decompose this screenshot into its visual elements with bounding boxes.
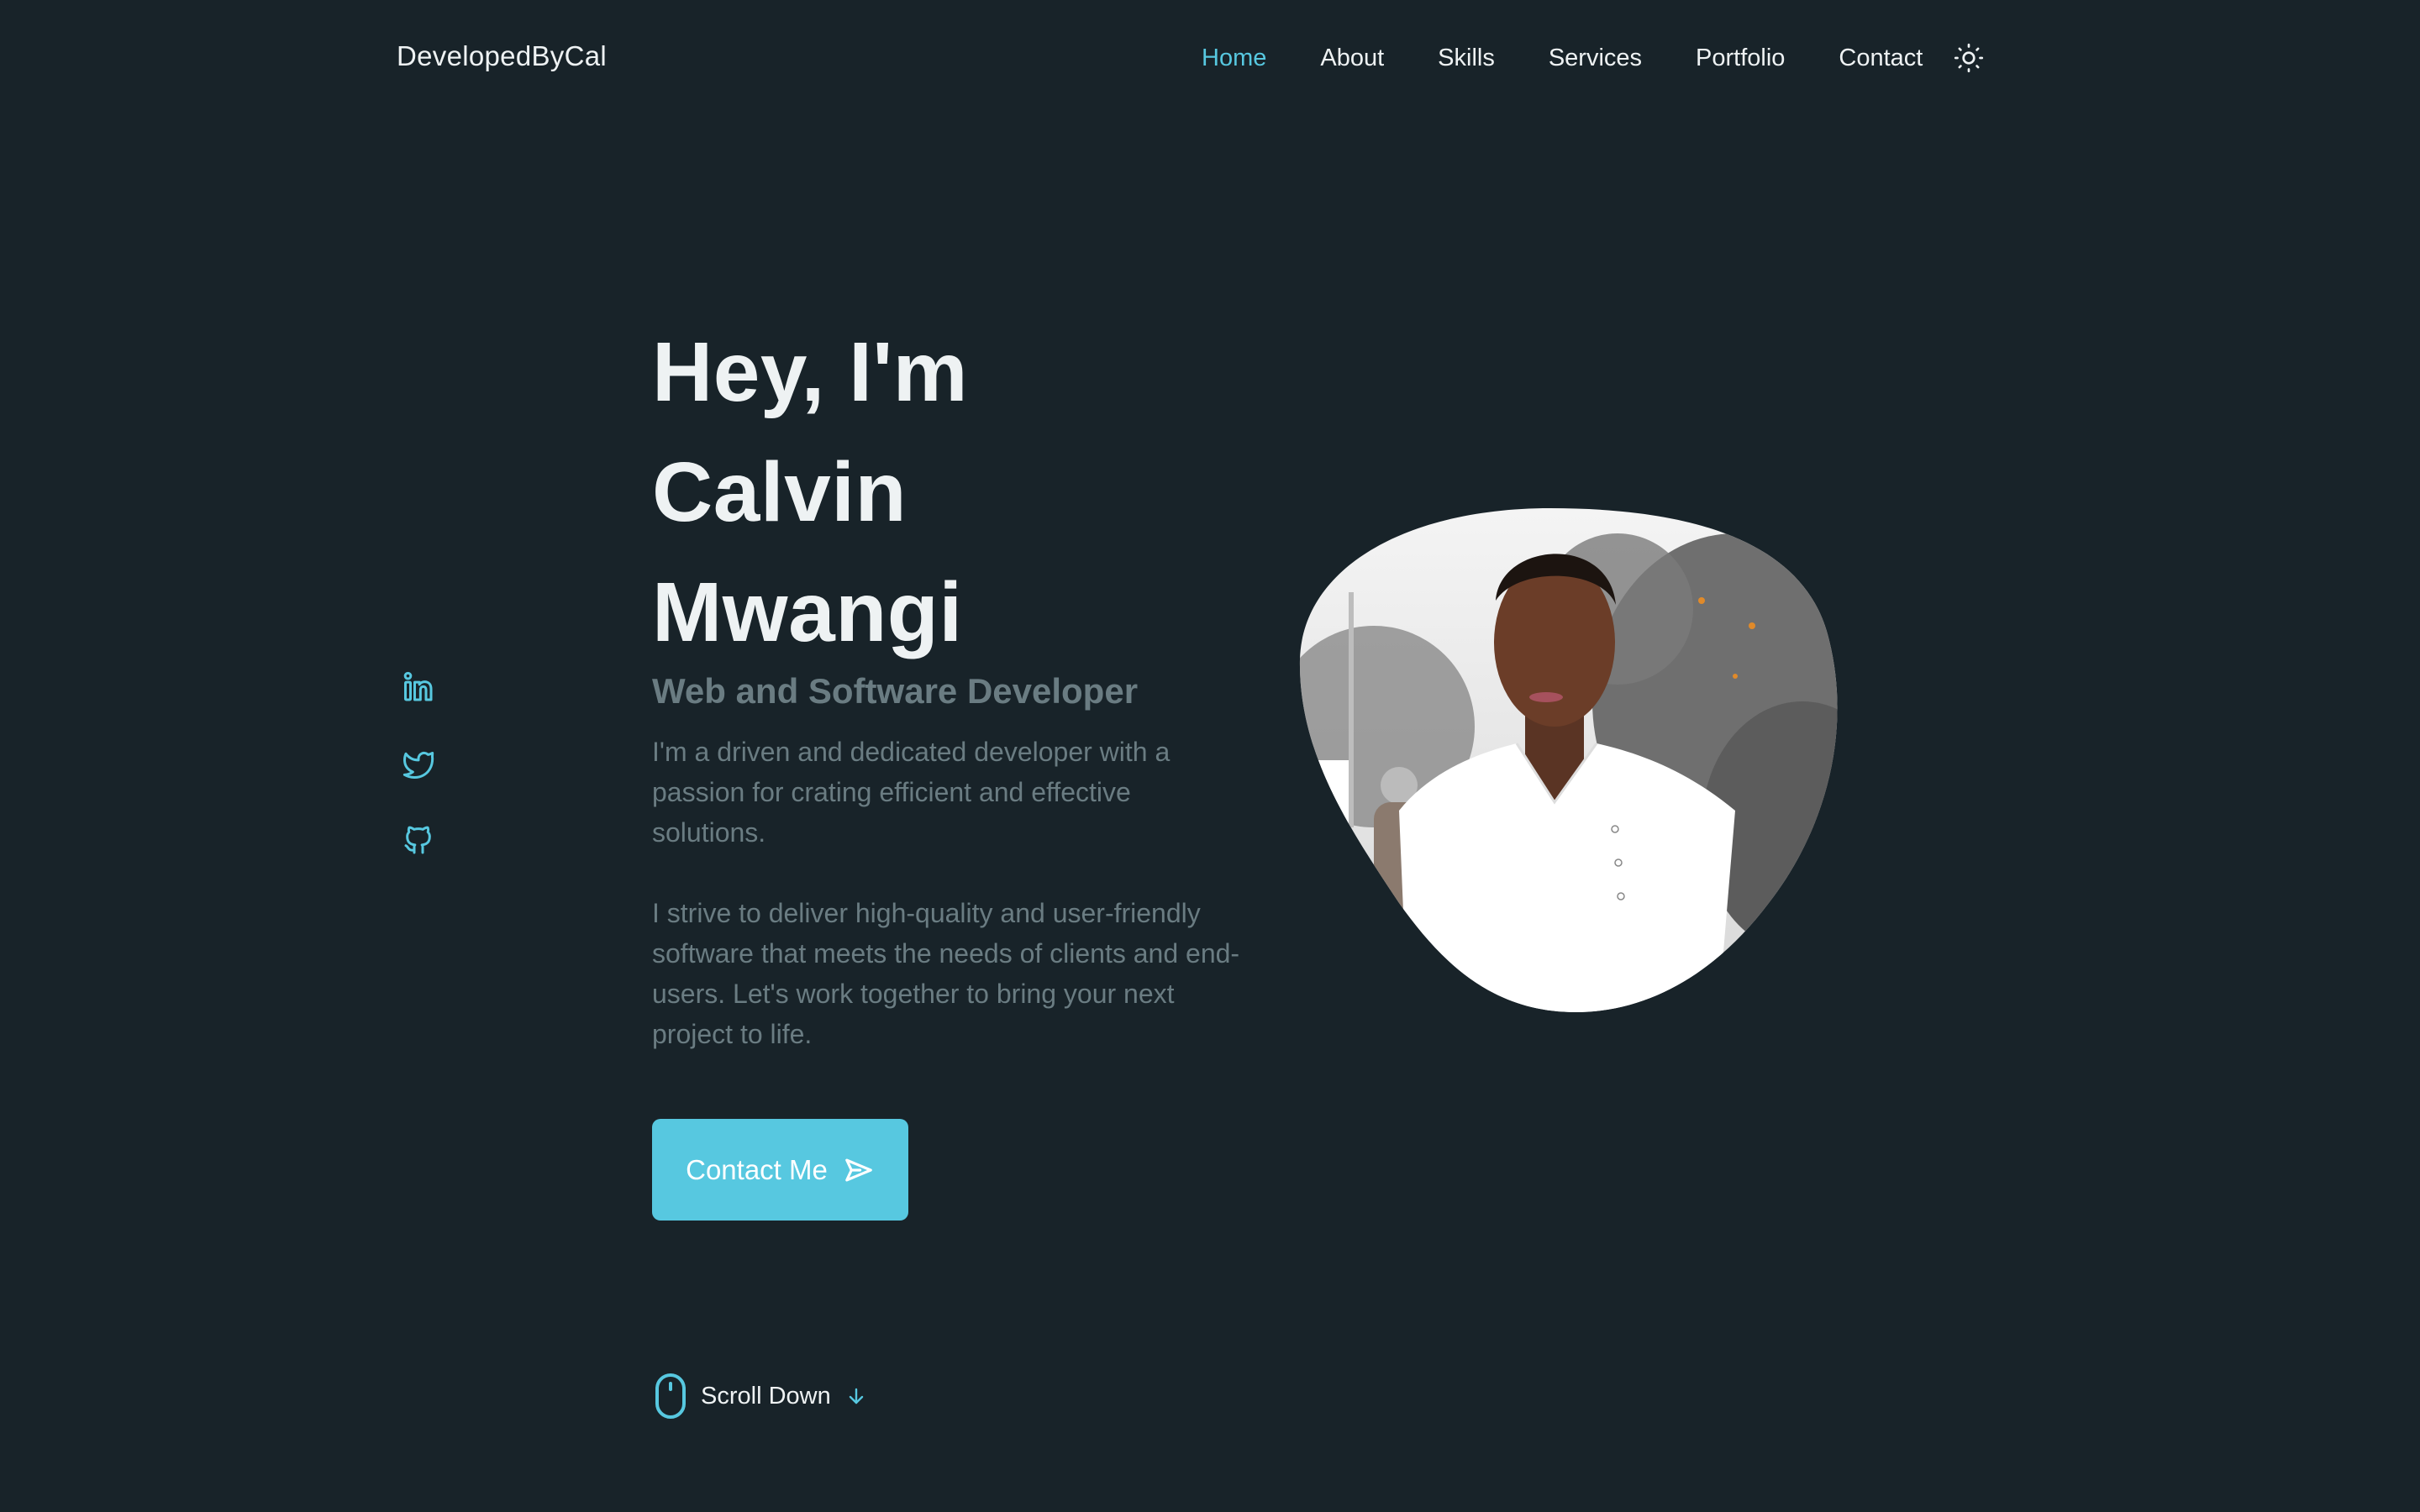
- mouse-icon: [655, 1373, 686, 1419]
- social-links: [402, 670, 439, 900]
- hero-title-line: Hey, I'm: [652, 325, 969, 419]
- nav-portfolio[interactable]: Portfolio: [1696, 45, 1785, 72]
- github-icon: [404, 826, 431, 854]
- site-logo[interactable]: DevelopedByCal: [397, 40, 607, 72]
- theme-toggle-button[interactable]: [1953, 42, 1985, 74]
- github-link[interactable]: [402, 823, 439, 860]
- scroll-down-label: Scroll Down: [701, 1382, 831, 1410]
- main-nav: Home About Skills Services Portfolio Con…: [1202, 42, 1985, 74]
- scroll-down-link[interactable]: Scroll Down: [654, 1373, 866, 1420]
- send-icon: [843, 1154, 875, 1186]
- site-header: DevelopedByCal Home About Skills Service…: [0, 0, 2420, 121]
- hero-subtitle: Web and Software Developer: [652, 671, 1139, 711]
- twitter-icon: [402, 751, 434, 780]
- nav-services[interactable]: Services: [1549, 45, 1642, 72]
- sun-icon: [1954, 43, 1984, 73]
- hero-description: I'm a driven and dedicated developer wit…: [652, 737, 1171, 848]
- linkedin-icon: [403, 671, 433, 701]
- contact-me-label: Contact Me: [686, 1153, 828, 1185]
- twitter-link[interactable]: [402, 747, 439, 784]
- linkedin-link[interactable]: [402, 670, 439, 707]
- nav-about[interactable]: About: [1320, 45, 1384, 72]
- hero-title: Hey, I'm Calvin Mwangi: [652, 312, 1240, 673]
- arrow-down-icon: [846, 1385, 866, 1407]
- hero-description: I strive to deliver high-quality and use…: [652, 898, 1240, 1049]
- hero-title-line: Calvin: [652, 445, 908, 539]
- profile-portrait: [1298, 508, 1840, 1012]
- contact-me-button[interactable]: Contact Me: [652, 1119, 908, 1221]
- nav-contact[interactable]: Contact: [1839, 45, 1923, 72]
- nav-skills[interactable]: Skills: [1438, 45, 1495, 72]
- hero-title-line: Mwangi: [652, 565, 963, 659]
- nav-home[interactable]: Home: [1202, 45, 1266, 72]
- hero-section: Hey, I'm Calvin Mwangi Web and Software …: [652, 312, 1240, 1054]
